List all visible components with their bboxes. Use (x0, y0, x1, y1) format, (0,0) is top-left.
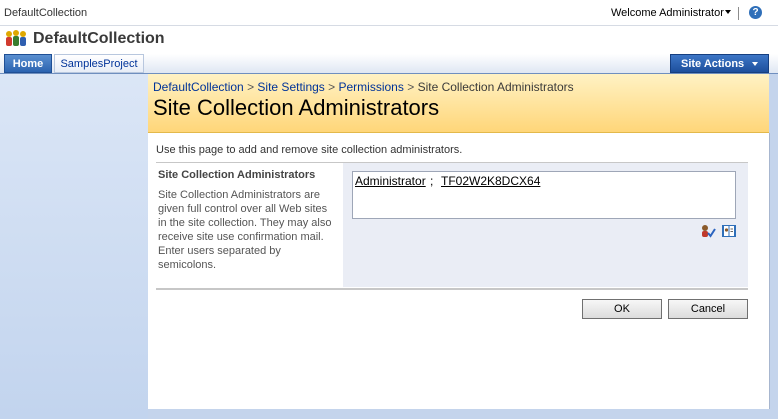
address-book-icon[interactable] (721, 224, 737, 238)
site-title[interactable]: DefaultCollection (33, 30, 165, 48)
breadcrumb-separator: > (407, 80, 415, 94)
people-entry-tf02w2k8dcx64[interactable]: TF02W2K8DCX64 (441, 174, 540, 188)
section-divider (156, 288, 748, 290)
people-entry-administrator[interactable]: Administrator (355, 174, 426, 188)
help-icon[interactable]: ? (749, 6, 762, 19)
tab-home[interactable]: Home (4, 54, 52, 73)
tab-samplesproject[interactable]: SamplesProject (54, 54, 144, 73)
breadcrumb-site-settings[interactable]: Site Settings (257, 80, 324, 94)
right-strip (769, 74, 778, 419)
cancel-button[interactable]: Cancel (668, 299, 748, 319)
ok-button[interactable]: OK (582, 299, 662, 319)
people-entry-separator: ; (430, 174, 434, 188)
breadcrumb-separator: > (328, 80, 336, 94)
page-bottom-edge (148, 409, 769, 419)
section-heading: Site Collection Administrators (158, 169, 316, 181)
breadcrumb-separator: > (247, 80, 255, 94)
page-description: Use this page to add and remove site col… (156, 144, 463, 156)
left-panel (0, 74, 148, 419)
breadcrumb-current: Site Collection Administrators (417, 80, 574, 94)
chevron-down-icon[interactable] (725, 10, 731, 14)
page-title: Site Collection Administrators (153, 95, 440, 120)
divider (738, 7, 739, 20)
welcome-menu[interactable]: Welcome Administrator (611, 7, 724, 19)
global-breadcrumb[interactable]: DefaultCollection (4, 7, 87, 19)
check-names-icon[interactable] (700, 224, 716, 238)
section-help-text: Site Collection Administrators are given… (158, 189, 332, 271)
breadcrumb-defaultcollection[interactable]: DefaultCollection (153, 80, 244, 94)
people-icon (6, 30, 26, 46)
breadcrumb-permissions[interactable]: Permissions (339, 80, 404, 94)
chevron-down-icon[interactable] (752, 62, 758, 66)
breadcrumb: DefaultCollection > Site Settings > Perm… (153, 80, 574, 94)
